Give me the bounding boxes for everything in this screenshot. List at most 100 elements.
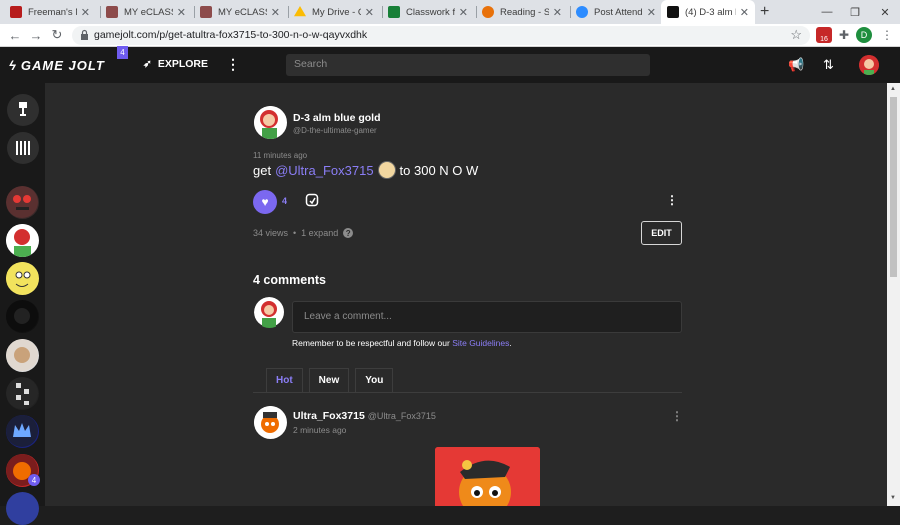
help-icon[interactable]: ? [343, 228, 354, 238]
commenter-avatar[interactable] [254, 406, 287, 439]
tab-favicon-icon [10, 6, 22, 18]
minimize-button[interactable]: — [812, 0, 842, 24]
browser-menu-icon[interactable]: ⋮ [879, 27, 895, 43]
sticker-icon[interactable] [305, 193, 319, 207]
browser-tab[interactable]: My Drive - Goo ✕ [288, 0, 380, 24]
forward-icon[interactable]: → [28, 27, 44, 43]
stats-separator: • [293, 228, 297, 238]
search-input[interactable]: Search [286, 54, 650, 76]
commenter-name[interactable]: Ultra_Fox3715 @Ultra_Fox3715 [293, 410, 436, 422]
close-icon[interactable]: ✕ [365, 6, 374, 19]
address-bar[interactable]: gamejolt.com/p/get-atultra-fox3715-to-30… [72, 26, 810, 45]
expand-count: 1 expand [301, 228, 339, 238]
comment-sort-tabs: Hot New You [266, 368, 394, 392]
community-avatar[interactable] [6, 300, 39, 333]
commenter-handle[interactable]: @Ultra_Fox3715 [368, 411, 436, 421]
community-avatar[interactable] [6, 186, 39, 219]
compass-icon: ➶ [143, 58, 152, 70]
reading-icon [482, 6, 494, 18]
community-avatar[interactable] [6, 415, 39, 448]
scroll-thumb[interactable] [890, 97, 897, 277]
megaphone-icon[interactable]: 📢 [788, 57, 804, 73]
comment-image[interactable] [435, 447, 540, 506]
browser-tab[interactable]: Freeman's Mill ✕ [4, 0, 96, 24]
edit-button[interactable]: EDIT [641, 221, 682, 245]
tab-title: MY eCLASS | G [124, 6, 173, 18]
more-menu-icon[interactable]: ⋮ [226, 56, 240, 73]
gamejolt-icon [667, 6, 679, 18]
tabs-divider [253, 392, 682, 393]
bookmark-star-icon[interactable]: ☆ [790, 27, 802, 43]
browser-tab[interactable]: Classwork for M ✕ [382, 0, 474, 24]
scroll-up-icon[interactable]: ▲ [890, 86, 896, 92]
comment-time: 2 minutes ago [293, 425, 347, 435]
post-stats: 34 views • 1 expand ? [253, 228, 354, 238]
post-more-icon[interactable]: ⋮ [666, 193, 678, 207]
community-avatar[interactable] [6, 262, 39, 295]
close-icon[interactable]: ✕ [553, 6, 562, 19]
comment-input[interactable]: Leave a comment... [292, 301, 682, 333]
close-icon[interactable]: ✕ [271, 6, 280, 19]
author-handle[interactable]: @D-the-ultimate-gamer [293, 126, 377, 135]
close-icon[interactable]: ✕ [81, 6, 90, 19]
explore-button[interactable]: ➶ EXPLORE [143, 58, 208, 70]
tab-title: (4) D-3 alm blu [685, 6, 736, 18]
reload-icon[interactable]: ↻ [49, 27, 65, 43]
mention-link[interactable]: @Ultra_Fox3715 [275, 163, 373, 178]
extension-icon[interactable]: 16 [816, 27, 832, 43]
tab-title: Reading - Septe [500, 6, 549, 18]
user-avatar[interactable] [859, 55, 879, 75]
browser-tab[interactable]: MY eCLASS | G ✕ [194, 0, 286, 24]
tab-favicon-icon [106, 6, 118, 18]
commenter-display-name[interactable]: Ultra_Fox3715 [293, 410, 365, 422]
tab-title: Post Attendee [594, 6, 643, 18]
window-close-button[interactable]: ✕ [870, 0, 900, 24]
close-icon[interactable]: ✕ [647, 6, 656, 19]
close-icon[interactable]: ✕ [177, 6, 186, 19]
tab-title: My Drive - Goo [312, 6, 361, 18]
like-count[interactable]: 4 [282, 196, 287, 206]
profile-avatar[interactable]: D [856, 27, 872, 43]
lightning-icon: ϟ [9, 57, 17, 73]
comments-heading: 4 comments [253, 273, 326, 287]
tab-title: Freeman's Mill [28, 6, 77, 18]
community-avatar[interactable] [6, 492, 39, 525]
activity-icon[interactable]: ⇅ [823, 57, 834, 73]
scroll-down-icon[interactable]: ▼ [890, 495, 896, 501]
author-avatar[interactable] [254, 106, 287, 139]
puzzle-icon[interactable]: ✚ [836, 27, 852, 43]
author-name[interactable]: D-3 alm blue gold [293, 112, 381, 124]
tab-hot[interactable]: Hot [266, 368, 303, 392]
guidelines-text: Remember to be respectful and follow our [292, 338, 450, 348]
post-text-before: get [253, 162, 272, 178]
tab-you[interactable]: You [355, 368, 394, 392]
browser-tab[interactable]: Post Attendee ✕ [570, 0, 662, 24]
tab-favicon-icon [200, 6, 212, 18]
browser-toolbar: ← → ↻ gamejolt.com/p/get-atultra-fox3715… [0, 24, 900, 47]
community-avatar[interactable] [6, 339, 39, 372]
back-icon[interactable]: ← [7, 27, 23, 43]
browser-tab[interactable]: MY eCLASS | G ✕ [100, 0, 192, 24]
comment-more-icon[interactable]: ⋮ [671, 409, 683, 423]
current-user-avatar [254, 297, 285, 328]
like-button[interactable]: ♥ [253, 190, 277, 214]
new-tab-button[interactable]: + [760, 3, 769, 21]
community-avatar[interactable] [6, 377, 39, 410]
tab-title: Classwork for M [406, 6, 455, 18]
close-icon[interactable]: ✕ [740, 6, 749, 19]
shelf-icon[interactable] [7, 132, 39, 164]
gamejolt-logo[interactable]: ϟ GAME JOLT [9, 57, 105, 73]
restore-button[interactable]: ❐ [840, 0, 870, 24]
browser-tab-active[interactable]: (4) D-3 alm blu ✕ [661, 0, 755, 24]
tab-new[interactable]: New [308, 368, 350, 392]
tab-title: MY eCLASS | G [218, 6, 267, 18]
browser-tab[interactable]: Reading - Septe ✕ [476, 0, 568, 24]
close-icon[interactable]: ✕ [459, 6, 468, 19]
post-text: get @Ultra_Fox3715 to 300 N O W [253, 161, 478, 179]
community-avatar[interactable] [6, 224, 39, 257]
page-scrollbar[interactable]: ▲ ▼ [887, 83, 900, 506]
url-text: gamejolt.com/p/get-atultra-fox3715-to-30… [94, 29, 368, 41]
library-icon[interactable] [7, 94, 39, 126]
site-guidelines-link[interactable]: Site Guidelines [452, 338, 509, 348]
browser-tab-strip: Freeman's Mill ✕ MY eCLASS | G ✕ MY eCLA… [0, 0, 900, 24]
